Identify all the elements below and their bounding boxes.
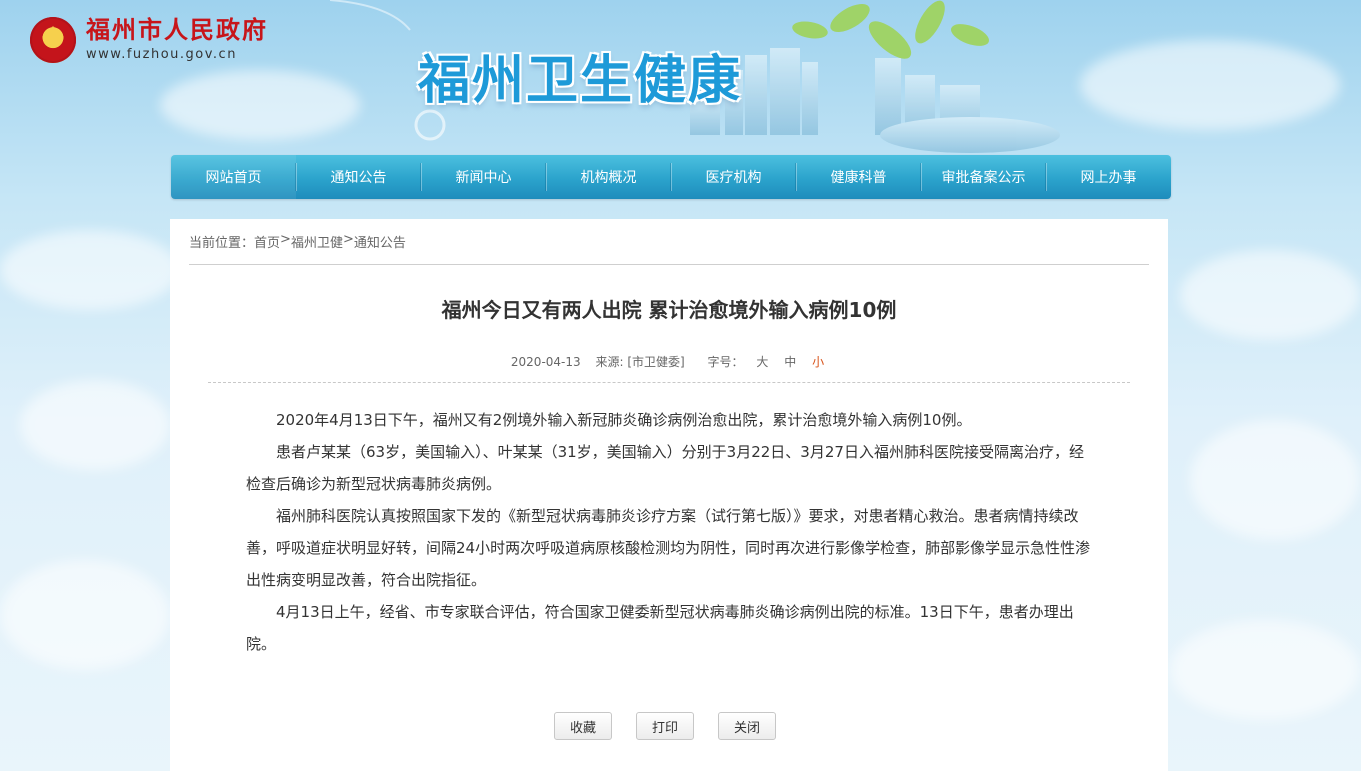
main-nav: 网站首页 通知公告 新闻中心 机构概况 医疗机构 健康科普 审批备案公示 网上办… — [171, 155, 1171, 199]
font-size-label: 字号： — [707, 355, 744, 369]
gov-logo[interactable]: 福州市人民政府 www.fuzhou.gov.cn — [30, 16, 268, 64]
breadcrumb-home[interactable]: 首页 — [254, 232, 280, 251]
gov-name: 福州市人民政府 — [86, 16, 268, 44]
nav-item-medical[interactable]: 医疗机构 — [671, 155, 796, 199]
nav-item-health[interactable]: 健康科普 — [796, 155, 921, 199]
nav-item-about[interactable]: 机构概况 — [546, 155, 671, 199]
breadcrumb-prefix: 当前位置： — [189, 236, 255, 251]
print-button[interactable]: 打印 — [636, 712, 694, 740]
article-paragraph: 福州肺科医院认真按照国家下发的《新型冠状病毒肺炎诊疗方案（试行第七版）》要求，对… — [246, 507, 1091, 589]
article-paragraph: 2020年4月13日下午，福州又有2例境外输入新冠肺炎确诊病例治愈出院，累计治愈… — [276, 411, 972, 429]
nav-item-online-service[interactable]: 网上办事 — [1046, 155, 1171, 199]
breadcrumb-separator: > — [342, 232, 354, 247]
site-title: 福州卫生健康 — [418, 51, 743, 111]
font-size-small[interactable]: 小 — [812, 355, 824, 369]
breadcrumb-separator: > — [280, 232, 291, 247]
breadcrumb: 当前位置： 首页 > 福州卫健 > 通知公告 — [189, 232, 406, 251]
article-paragraph: 患者卢某某（63岁，美国输入）、叶某某（31岁，美国输入）分别于3月22日、3月… — [246, 443, 1084, 493]
gov-url: www.fuzhou.gov.cn — [86, 47, 237, 62]
nav-item-notices[interactable]: 通知公告 — [296, 155, 421, 199]
breadcrumb-divider — [189, 264, 1149, 265]
nav-item-approval[interactable]: 审批备案公示 — [921, 155, 1046, 199]
meta-divider — [208, 382, 1130, 383]
content-panel: 当前位置： 首页 > 福州卫健 > 通知公告 福州今日又有两人出院 累计治愈境外… — [170, 219, 1168, 771]
nav-item-home[interactable]: 网站首页 — [171, 155, 296, 199]
national-emblem-icon — [30, 17, 76, 63]
article-title: 福州今日又有两人出院 累计治愈境外输入病例10例 — [441, 298, 897, 322]
font-size-large[interactable]: 大 — [756, 355, 768, 369]
font-size-medium[interactable]: 中 — [784, 355, 796, 369]
nav-item-news[interactable]: 新闻中心 — [421, 155, 546, 199]
article-body: 2020年4月13日下午，福州又有2例境外输入新冠肺炎确诊病例治愈出院，累计治愈… — [246, 404, 1096, 660]
favorite-button[interactable]: 收藏 — [554, 712, 612, 740]
breadcrumb-fuzhou-health[interactable]: 福州卫健 — [291, 232, 343, 251]
article-source: 来源: [市卫健委] — [595, 355, 685, 369]
breadcrumb-notices[interactable]: 通知公告 — [354, 232, 406, 251]
article-actions: 收藏 打印 关闭 — [554, 712, 800, 740]
close-button[interactable]: 关闭 — [718, 712, 776, 740]
article-meta: 2020-04-13 来源: [市卫健委] 字号： 大 中 小 — [170, 353, 1168, 370]
article-paragraph: 4月13日上午，经省、市专家联合评估，符合国家卫健委新型冠状病毒肺炎确诊病例出院… — [246, 603, 1074, 653]
article-date: 2020-04-13 — [510, 355, 581, 369]
